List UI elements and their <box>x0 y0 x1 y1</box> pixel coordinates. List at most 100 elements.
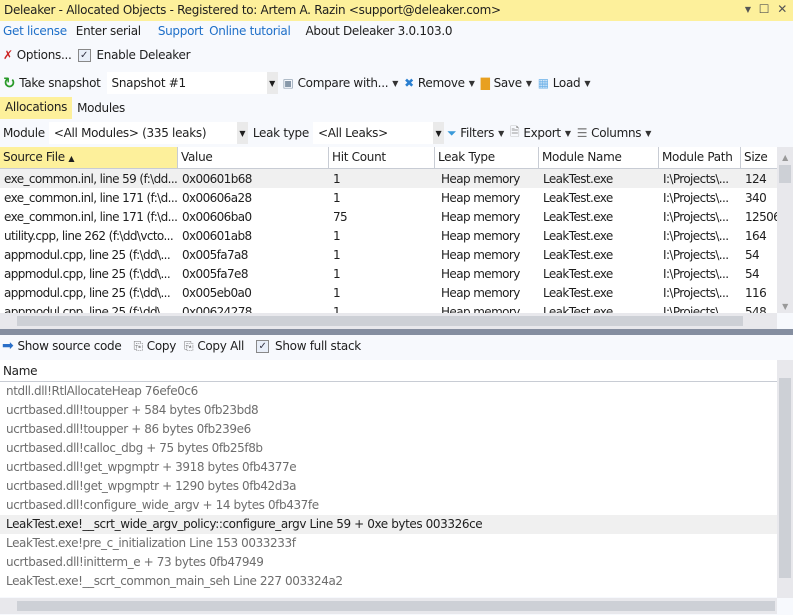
refresh-icon: ↻ <box>3 74 16 92</box>
table-cell: 164 <box>745 228 767 243</box>
remove-button[interactable]: Remove <box>418 76 465 90</box>
column-value[interactable]: Value <box>178 147 329 168</box>
scroll-up-icon[interactable]: ▲ <box>777 153 793 162</box>
dropdown-icon[interactable]: ▼ <box>745 2 751 18</box>
column-size[interactable]: Size <box>741 147 777 168</box>
table-cell: I:\Projects\... <box>663 190 729 205</box>
chevron-down-icon[interactable]: ▼ <box>565 129 571 138</box>
stack-frame[interactable]: ucrtbased.dll!toupper + 86 bytes 0fb239e… <box>0 420 777 439</box>
table-cell: 548 <box>745 304 767 314</box>
chevron-down-icon[interactable]: ▼ <box>392 79 398 88</box>
filter-icon: ⏷ <box>446 125 457 140</box>
enable-deleaker-checkbox[interactable]: ✓ <box>77 48 91 62</box>
take-snapshot-button[interactable]: Take snapshot <box>19 76 101 90</box>
table-row[interactable]: exe_common.inl, line 171 (f:\d... 0x00606… <box>0 207 777 226</box>
tab-allocations[interactable]: Allocations <box>0 97 73 119</box>
stack-frame[interactable]: ucrtbased.dll!get_wpgmptr + 3918 bytes 0… <box>0 458 777 477</box>
chevron-down-icon[interactable]: ▼ <box>584 79 590 88</box>
copy-all-button[interactable]: Copy All <box>197 339 244 353</box>
grid-horizontal-scrollbar[interactable] <box>0 313 777 329</box>
copy-all-icon: ⎘ <box>184 338 194 353</box>
column-module-path[interactable]: Module Path <box>659 147 741 168</box>
stack-frame[interactable]: ucrtbased.dll!calloc_dbg + 75 bytes 0fb2… <box>0 439 777 458</box>
scroll-thumb[interactable] <box>779 378 791 578</box>
snapshot-select[interactable]: Snapshot #1 <box>106 72 267 94</box>
chevron-down-icon[interactable]: ▼ <box>469 79 475 88</box>
stack-frame[interactable]: LeakTest.exe!pre_c_initialization Line 1… <box>0 534 777 553</box>
chevron-down-icon[interactable]: ▼ <box>432 122 444 144</box>
scroll-thumb[interactable] <box>17 601 775 611</box>
table-row[interactable]: appmodul.cpp, line 25 (f:\dd\... 0x005fa7… <box>0 245 777 264</box>
table-row[interactable]: appmodul.cpp, line 25 (f:\dd\... 0x005eb0… <box>0 283 777 302</box>
tab-modules[interactable]: Modules <box>72 98 130 118</box>
options-icon: ✗ <box>3 48 13 62</box>
load-button[interactable]: Load <box>553 76 581 90</box>
module-select[interactable]: <All Modules> (335 leaks) <box>48 122 237 144</box>
columns-button[interactable]: Columns <box>591 126 641 140</box>
table-cell: 0x00624278 <box>182 304 252 314</box>
support-link[interactable]: Support <box>158 24 204 38</box>
stack-horizontal-scrollbar[interactable] <box>0 598 777 614</box>
get-license-link[interactable]: Get license <box>3 24 67 38</box>
chevron-down-icon[interactable]: ▼ <box>266 72 278 94</box>
options-button[interactable]: Options... <box>17 48 72 62</box>
table-cell: I:\Projects\... <box>663 304 729 314</box>
stack-frame[interactable]: ucrtbased.dll!toupper + 584 bytes 0fb23b… <box>0 401 777 420</box>
stack-frame[interactable]: LeakTest.exe!__scrt_common_main_seh Line… <box>0 572 777 591</box>
save-button[interactable]: Save <box>494 76 523 90</box>
save-icon: ▇ <box>480 76 490 90</box>
stack-vertical-scrollbar[interactable] <box>777 360 793 598</box>
table-cell: 340 <box>745 190 767 205</box>
about-button[interactable]: About Deleaker 3.0.103.0 <box>306 24 453 38</box>
close-icon[interactable]: ✕ <box>777 2 787 18</box>
splitter[interactable] <box>0 329 793 335</box>
table-cell: 0x00606a28 <box>182 190 252 205</box>
export-button[interactable]: Export <box>523 126 561 140</box>
table-row[interactable]: exe_common.inl, line 59 (f:\dd... 0x00601… <box>0 169 777 188</box>
column-module-name[interactable]: Module Name <box>539 147 659 168</box>
stack-frame[interactable]: LeakTest.exe!__scrt_wide_argv_policy::co… <box>0 515 777 534</box>
maximize-icon[interactable]: ☐ <box>759 2 770 18</box>
chevron-down-icon[interactable]: ▼ <box>236 122 248 144</box>
table-cell: Heap memory <box>441 266 520 281</box>
sort-asc-icon: ▲ <box>68 154 75 163</box>
compare-with-button[interactable]: Compare with... <box>298 76 389 90</box>
grid-vertical-scrollbar[interactable]: ▲ ▼ <box>777 147 793 313</box>
table-row[interactable]: appmodul.cpp, line 25 (f:\dd\... 0x006242… <box>0 302 777 314</box>
chevron-down-icon[interactable]: ▼ <box>498 129 504 138</box>
stack-frame[interactable]: ucrtbased.dll!initterm_e + 73 bytes 0fb4… <box>0 553 777 572</box>
remove-icon: ✖ <box>404 76 414 90</box>
table-cell: 116 <box>745 285 767 300</box>
table-cell: Heap memory <box>441 190 520 205</box>
column-hit-count[interactable]: Hit Count <box>329 147 435 168</box>
stack-frame[interactable]: ucrtbased.dll!get_wpgmptr + 1290 bytes 0… <box>0 477 777 496</box>
table-cell: 1 <box>333 228 341 243</box>
show-full-stack-checkbox[interactable]: ✓ <box>256 339 270 353</box>
columns-icon: ☰ <box>576 126 588 140</box>
chevron-down-icon[interactable]: ▼ <box>526 79 532 88</box>
scroll-thumb[interactable] <box>779 165 791 183</box>
table-cell: LeakTest.exe <box>543 285 613 300</box>
copy-button[interactable]: Copy <box>147 339 177 353</box>
table-cell: I:\Projects\... <box>663 209 729 224</box>
table-row[interactable]: utility.cpp, line 262 (f:\dd\vcto... 0x00… <box>0 226 777 245</box>
column-name[interactable]: Name <box>3 364 38 378</box>
filters-button[interactable]: Filters <box>460 126 494 140</box>
table-row[interactable]: appmodul.cpp, line 25 (f:\dd\... 0x005fa7… <box>0 264 777 283</box>
leak-type-select[interactable]: <All Leaks> <box>312 122 433 144</box>
column-leak-type[interactable]: Leak Type <box>435 147 539 168</box>
online-tutorial-link[interactable]: Online tutorial <box>209 24 291 38</box>
show-source-code-button[interactable]: Show source code <box>17 339 121 353</box>
scroll-thumb[interactable] <box>17 316 743 326</box>
column-source-file[interactable]: Source File ▲ <box>0 147 178 168</box>
scroll-down-icon[interactable]: ▼ <box>777 302 793 311</box>
table-cell: 0x005fa7a8 <box>182 247 248 262</box>
chevron-down-icon[interactable]: ▼ <box>645 129 651 138</box>
table-cell: Heap memory <box>441 209 520 224</box>
stack-frame[interactable]: ucrtbased.dll!configure_wide_argv + 14 b… <box>0 496 777 515</box>
enter-serial-button[interactable]: Enter serial <box>76 24 141 38</box>
stack-frame[interactable]: ntdll.dll!RtlAllocateHeap 76efe0c6 <box>0 382 777 401</box>
table-cell: exe_common.inl, line 171 (f:\d... <box>4 209 178 224</box>
table-row[interactable]: exe_common.inl, line 171 (f:\d... 0x00606… <box>0 188 777 207</box>
table-cell: appmodul.cpp, line 25 (f:\dd\... <box>4 247 171 262</box>
